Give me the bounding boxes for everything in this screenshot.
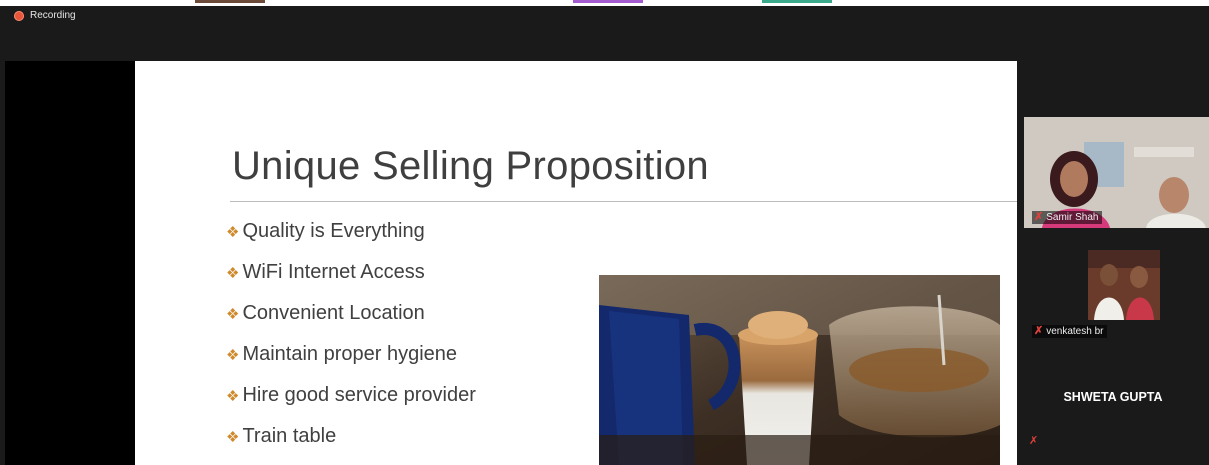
bullet-item: ❖ Convenient Location [226,302,425,324]
bullet-list: ❖ Quality is Everything ❖ WiFi Internet Ac… [226,211,476,457]
recording-label: Recording [30,10,76,21]
participant-tile[interactable]: ✗ venkatesh br [1024,245,1209,342]
bullet-item: ❖ Maintain proper hygiene [226,343,458,365]
diamond-bullet-icon: ❖ [226,428,240,446]
recording-indicator[interactable]: Recording [14,10,76,21]
title-divider [230,201,1017,202]
participant-name: SHWETA GUPTA [1063,390,1163,404]
mic-muted-icon: ✗ [1034,211,1044,223]
diamond-bullet-icon: ❖ [226,223,240,241]
video-strip-thumb [573,0,643,3]
diamond-bullet-icon: ❖ [226,346,240,364]
shared-slide: Unique Selling Proposition ❖ Quality is E… [135,61,1017,465]
bullet-item: ❖ WiFi Internet Access [226,261,425,283]
coffee-photo [599,275,1000,465]
mic-muted-icon: ✗ [1029,434,1039,447]
participants-panel: ✗ Samir Shah ✗ venkatesh br SHWETA GUPTA… [1017,61,1209,465]
bullet-item: ❖ Hire good service provider [226,384,476,406]
mic-muted-icon: ✗ [1034,325,1044,337]
video-strip-thumb [195,0,265,3]
participant-name-label: ✗ Samir Shah [1032,211,1103,224]
slide-title: Unique Selling Proposition [232,144,709,188]
recording-dot-icon [14,10,24,21]
diamond-bullet-icon: ❖ [226,264,240,282]
participant-name-label: ✗ venkatesh br [1032,325,1108,338]
participant-tile[interactable]: SHWETA GUPTA ✗ [1017,338,1209,458]
shared-screen-margin [5,61,135,465]
video-strip-thumb [762,0,832,3]
participant-tile[interactable]: ✗ Samir Shah [1024,117,1209,228]
diamond-bullet-icon: ❖ [226,305,240,323]
bullet-item: ❖ Train table [226,425,337,447]
diamond-bullet-icon: ❖ [226,387,240,405]
bullet-item: ❖ Quality is Everything [226,220,425,242]
